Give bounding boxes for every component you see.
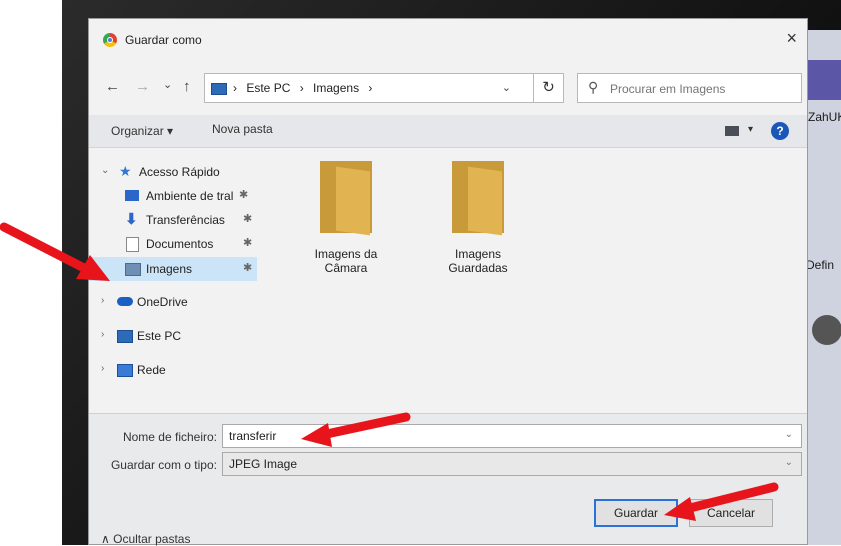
sidebar-item-documents[interactable]: Documentos ✱	[89, 233, 257, 255]
save-options-panel: Nome de ficheiro: transferir ⌄ Guardar c…	[89, 413, 807, 546]
background-avatar	[812, 315, 841, 345]
chevron-down-icon[interactable]: ⌄	[101, 165, 109, 176]
pin-icon: ✱	[243, 213, 253, 225]
folder-icon	[452, 161, 504, 236]
close-icon[interactable]: ×	[786, 29, 797, 47]
sidebar-item-quick-access[interactable]: ⌄ ★ Acesso Rápido	[89, 161, 257, 183]
search-icon: ⚲	[588, 79, 599, 95]
network-icon	[117, 364, 133, 377]
filename-field[interactable]: transferir ⌄	[222, 424, 802, 448]
sidebar-item-pictures[interactable]: Imagens ✱	[89, 257, 257, 281]
sidebar-item-label: Ambiente de tral	[146, 189, 234, 203]
filetype-value: JPEG Image	[229, 457, 298, 471]
pin-icon: ✱	[243, 262, 253, 274]
filename-value: transferir	[229, 429, 277, 443]
chevron-down-icon[interactable]: ⌄	[785, 457, 793, 468]
folder-label: Imagens da Câmara	[314, 247, 378, 275]
sidebar-item-label: Documentos	[146, 237, 214, 251]
search-input[interactable]	[608, 79, 797, 99]
folder-item[interactable]: Imagens Guardadas	[423, 161, 533, 275]
breadcrumb-separator[interactable]: ›	[233, 81, 237, 95]
chevron-down-icon[interactable]: ⌄	[785, 429, 793, 440]
sidebar-item-label: Transferências	[146, 213, 225, 227]
save-button[interactable]: Guardar	[594, 499, 678, 527]
sidebar-item-label: Rede	[137, 363, 166, 377]
forward-arrow-icon[interactable]: →	[135, 79, 150, 95]
pictures-icon	[125, 263, 141, 276]
command-bar: Organizar ▾ Nova pasta ▾ ?	[89, 115, 807, 148]
this-pc-icon	[211, 83, 227, 95]
star-icon: ★	[119, 163, 132, 179]
address-bar[interactable]: › Este PC › Imagens › ⌄	[204, 73, 534, 103]
breadcrumb-este-pc[interactable]: Este PC	[246, 81, 290, 95]
pin-icon: ✱	[239, 189, 249, 201]
new-folder-button[interactable]: Nova pasta	[212, 122, 273, 136]
navigation-row: ← → ⌄ ↑ › Este PC › Imagens › ⌄ ↻ ⚲	[89, 71, 807, 105]
file-list: Imagens da Câmara Imagens Guardadas	[264, 153, 797, 403]
refresh-icon[interactable]: ↻	[534, 73, 564, 103]
desktop-icon	[125, 190, 139, 201]
sidebar-item-label: OneDrive	[137, 295, 188, 309]
save-as-dialog: Guardar como × ← → ⌄ ↑ › Este PC › Image…	[88, 18, 808, 546]
filetype-select[interactable]: JPEG Image ⌄	[222, 452, 802, 476]
view-options-dropdown-icon[interactable]: ▾	[748, 124, 753, 135]
recent-locations-icon[interactable]: ⌄	[163, 77, 172, 93]
filetype-label: Guardar com o tipo:	[110, 458, 217, 472]
hide-folders-button[interactable]: ∧ Ocultar pastas	[101, 532, 190, 546]
filename-row: Nome de ficheiro: transferir ⌄	[89, 424, 807, 448]
background-text-mid: Defin	[806, 258, 835, 272]
sidebar-item-label: Este PC	[137, 329, 182, 343]
cancel-button[interactable]: Cancelar	[689, 499, 773, 527]
pin-icon: ✱	[243, 237, 253, 249]
breadcrumb-separator[interactable]: ›	[368, 81, 372, 95]
sidebar-item-this-pc[interactable]: › Este PC	[89, 325, 257, 347]
organize-button[interactable]: Organizar ▾	[111, 124, 173, 138]
background-text-top: ZahUK	[808, 110, 841, 124]
help-icon[interactable]: ?	[771, 122, 789, 140]
back-arrow-icon[interactable]: ←	[105, 79, 120, 95]
title-bar: Guardar como ×	[89, 19, 807, 59]
breadcrumb-separator[interactable]: ›	[300, 81, 304, 95]
filetype-row: Guardar com o tipo: JPEG Image ⌄	[89, 452, 807, 476]
folder-icon	[320, 161, 372, 236]
folder-label: Imagens Guardadas	[448, 247, 508, 275]
chevron-right-icon[interactable]: ›	[101, 295, 104, 306]
sidebar-item-desktop[interactable]: Ambiente de tral ✱	[89, 185, 257, 207]
sidebar-item-onedrive[interactable]: › OneDrive	[89, 291, 257, 313]
navigation-pane: ⌄ ★ Acesso Rápido Ambiente de tral ✱ ⬇ T…	[89, 153, 257, 403]
dialog-title: Guardar como	[125, 33, 202, 47]
sidebar-item-downloads[interactable]: ⬇ Transferências ✱	[89, 209, 257, 231]
search-box[interactable]: ⚲	[577, 73, 802, 103]
up-arrow-icon[interactable]: ↑	[183, 79, 191, 95]
cloud-icon	[117, 297, 133, 306]
folder-item[interactable]: Imagens da Câmara	[291, 161, 401, 275]
breadcrumb: › Este PC › Imagens ›	[233, 81, 378, 95]
filename-label: Nome de ficheiro:	[122, 430, 217, 444]
computer-icon	[117, 330, 133, 343]
address-dropdown-icon[interactable]: ⌄	[502, 81, 511, 94]
sidebar-item-label: Imagens	[146, 262, 193, 276]
document-icon	[126, 237, 139, 252]
download-icon: ⬇	[125, 211, 138, 228]
breadcrumb-imagens[interactable]: Imagens	[313, 81, 359, 95]
view-options-icon[interactable]	[725, 126, 739, 136]
chevron-right-icon[interactable]: ›	[101, 329, 104, 340]
sidebar-item-label: Acesso Rápido	[139, 165, 220, 179]
sidebar-item-network[interactable]: › Rede	[89, 359, 257, 381]
chevron-right-icon[interactable]: ›	[101, 363, 104, 374]
chrome-logo-icon	[103, 33, 117, 47]
